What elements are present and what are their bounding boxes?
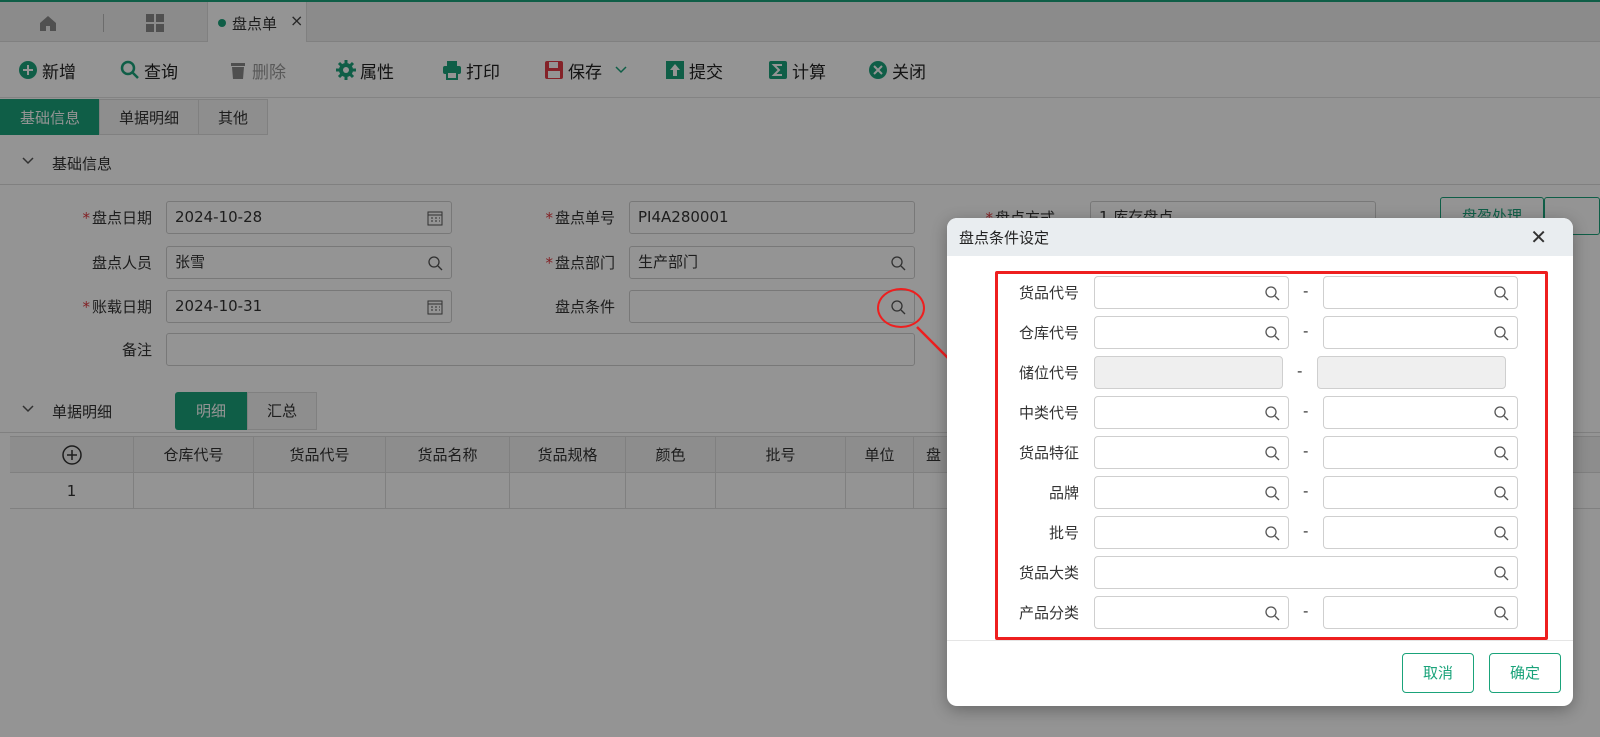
- range-dash: -: [1303, 602, 1309, 620]
- mid-category-from[interactable]: [1094, 396, 1289, 429]
- batch-to[interactable]: [1323, 516, 1518, 549]
- goods-feature-to[interactable]: [1323, 436, 1518, 469]
- dialog-header: 盘点条件设定 ✕: [947, 218, 1573, 256]
- batch-from[interactable]: [1094, 516, 1289, 549]
- search-icon[interactable]: [1264, 525, 1280, 541]
- dialog-title: 盘点条件设定: [959, 229, 1050, 247]
- condition-dialog: 盘点条件设定 ✕ 货品代号 - 仓库代号 - 储位代号 - 中类代号 - 货品特…: [947, 218, 1573, 706]
- search-icon[interactable]: [1493, 605, 1509, 621]
- search-icon[interactable]: [1493, 525, 1509, 541]
- search-icon[interactable]: [1493, 445, 1509, 461]
- batch-label: 批号: [1048, 524, 1079, 542]
- warehouse-code-to[interactable]: [1323, 316, 1518, 349]
- search-icon[interactable]: [1493, 485, 1509, 501]
- goods-code-label: 货品代号: [1018, 284, 1079, 302]
- search-icon[interactable]: [1264, 325, 1280, 341]
- search-icon[interactable]: [1493, 325, 1509, 341]
- range-dash: -: [1297, 362, 1303, 380]
- search-icon[interactable]: [1264, 405, 1280, 421]
- mid-category-label: 中类代号: [1018, 404, 1079, 422]
- range-dash: -: [1303, 322, 1309, 340]
- range-dash: -: [1303, 282, 1309, 300]
- close-icon[interactable]: ✕: [1530, 225, 1547, 249]
- brand-from[interactable]: [1094, 476, 1289, 509]
- annotation-circle: [877, 288, 925, 328]
- search-icon[interactable]: [1264, 445, 1280, 461]
- product-category-to[interactable]: [1323, 596, 1518, 629]
- range-dash: -: [1303, 442, 1309, 460]
- brand-to[interactable]: [1323, 476, 1518, 509]
- goods-code-to[interactable]: [1323, 276, 1518, 309]
- warehouse-code-label: 仓库代号: [1018, 324, 1079, 342]
- range-dash: -: [1303, 402, 1309, 420]
- goods-feature-label: 货品特征: [1018, 444, 1079, 462]
- location-code-from: [1094, 356, 1283, 389]
- search-icon[interactable]: [1264, 485, 1280, 501]
- product-category-label: 产品分类: [1018, 604, 1079, 622]
- ok-button[interactable]: 确定: [1489, 653, 1561, 693]
- location-code-label: 储位代号: [1018, 364, 1079, 382]
- product-category-from[interactable]: [1094, 596, 1289, 629]
- goods-major-category-field[interactable]: [1094, 556, 1518, 589]
- range-dash: -: [1303, 482, 1309, 500]
- location-code-to: [1317, 356, 1506, 389]
- mid-category-to[interactable]: [1323, 396, 1518, 429]
- goods-code-from[interactable]: [1094, 276, 1289, 309]
- goods-feature-from[interactable]: [1094, 436, 1289, 469]
- goods-major-category-label: 货品大类: [1018, 564, 1079, 582]
- warehouse-code-from[interactable]: [1094, 316, 1289, 349]
- search-icon[interactable]: [1264, 285, 1280, 301]
- dialog-divider: [947, 640, 1573, 641]
- search-icon[interactable]: [1493, 405, 1509, 421]
- cancel-button[interactable]: 取消: [1402, 653, 1474, 693]
- search-icon[interactable]: [1493, 285, 1509, 301]
- search-icon[interactable]: [1493, 565, 1509, 581]
- range-dash: -: [1303, 522, 1309, 540]
- brand-label: 品牌: [1048, 484, 1079, 502]
- search-icon[interactable]: [1264, 605, 1280, 621]
